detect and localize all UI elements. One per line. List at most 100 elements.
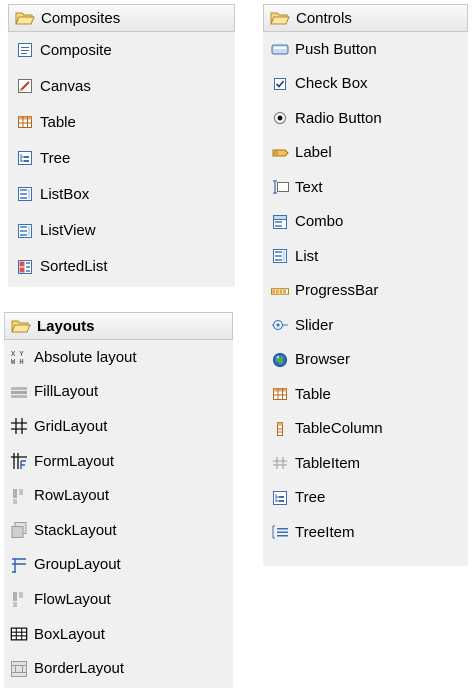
layouts-category-header[interactable]: Layouts <box>4 312 233 340</box>
check-box-icon <box>271 75 289 93</box>
palette-item-check-box[interactable]: Check Box <box>263 67 468 102</box>
layouts-palette: Layouts X YW H Absolute layout FillLayou… <box>4 312 233 688</box>
push-button-icon <box>271 40 289 58</box>
palette-item-filllayout[interactable]: FillLayout <box>4 375 233 410</box>
composites-palette: Composites Composite Canvas Table Tree L… <box>8 4 235 287</box>
palette-item-boxlayout[interactable]: BoxLayout <box>4 617 233 652</box>
palette-item-label: FlowLayout <box>34 590 111 608</box>
palette-item-label: ProgressBar <box>295 282 379 300</box>
palette-item-stacklayout[interactable]: StackLayout <box>4 513 233 548</box>
stacklayout-icon <box>10 521 28 539</box>
palette-item-label: Absolute layout <box>34 348 137 366</box>
text-icon <box>271 178 289 196</box>
listview-icon <box>16 222 34 240</box>
palette-item-flowlayout[interactable]: FlowLayout <box>4 582 233 617</box>
palette-item-label: GridLayout <box>34 417 108 435</box>
palette-item-slider[interactable]: Slider <box>263 308 468 343</box>
palette-item-label: SortedList <box>40 258 108 276</box>
palette-item-label: Tree <box>295 489 326 507</box>
table-icon <box>16 113 34 131</box>
palette-item-grouplayout[interactable]: GroupLayout <box>4 548 233 583</box>
controls-category-header[interactable]: Controls <box>263 4 468 32</box>
tree-icon <box>16 149 34 167</box>
sortedlist-icon <box>16 258 34 276</box>
palette-item-listview[interactable]: ListView <box>8 212 235 248</box>
list-icon <box>271 247 289 265</box>
palette-item-label: TreeItem <box>295 523 355 541</box>
palette-item-browser[interactable]: Browser <box>263 343 468 378</box>
gridlayout-icon <box>10 417 28 435</box>
browser-icon <box>271 351 289 369</box>
palette-item-radio-button[interactable]: Radio Button <box>263 101 468 136</box>
palette-item-label: TableColumn <box>295 420 383 438</box>
palette-item-label: BoxLayout <box>34 625 105 643</box>
composites-header-label: Composites <box>41 9 121 27</box>
palette-item-sortedlist[interactable]: SortedList <box>8 249 235 285</box>
palette-item-gridlayout[interactable]: GridLayout <box>4 409 233 444</box>
formlayout-icon <box>10 452 28 470</box>
palette-item-text[interactable]: Text <box>263 170 468 205</box>
composites-category-header[interactable]: Composites <box>8 4 235 32</box>
palette-item-label: Label <box>295 144 332 162</box>
grouplayout-icon <box>10 556 28 574</box>
palette-item-tablecolumn[interactable]: TableColumn <box>263 412 468 447</box>
folder-open-icon <box>270 10 290 26</box>
palette-item-label: Push Button <box>295 40 377 58</box>
palette-item-tree[interactable]: Tree <box>263 481 468 516</box>
palette-item-rowlayout[interactable]: RowLayout <box>4 478 233 513</box>
palette-item-label-control[interactable]: Label <box>263 136 468 171</box>
palette-item-table[interactable]: Table <box>8 104 235 140</box>
palette-item-treeitem[interactable]: TreeItem <box>263 515 468 550</box>
palette-item-canvas[interactable]: Canvas <box>8 68 235 104</box>
palette-item-combo[interactable]: Combo <box>263 205 468 240</box>
canvas-icon <box>16 77 34 95</box>
palette-item-tableitem[interactable]: TableItem <box>263 446 468 481</box>
composite-icon <box>16 41 34 59</box>
palette-item-listbox[interactable]: ListBox <box>8 176 235 212</box>
flowlayout-icon <box>10 590 28 608</box>
boxlayout-icon <box>10 625 28 643</box>
palette-item-list[interactable]: List <box>263 239 468 274</box>
absolute-layout-icon: X YW H <box>10 348 28 366</box>
label-icon <box>271 144 289 162</box>
borderlayout-icon <box>10 660 28 678</box>
tableitem-icon <box>271 454 289 472</box>
palette-item-table[interactable]: Table <box>263 377 468 412</box>
palette-item-label: Text <box>295 178 323 196</box>
palette-item-borderlayout[interactable]: BorderLayout <box>4 651 233 686</box>
listbox-icon <box>16 185 34 203</box>
palette-item-progressbar[interactable]: ProgressBar <box>263 274 468 309</box>
folder-open-icon <box>15 10 35 26</box>
palette-item-label: Browser <box>295 351 351 369</box>
palette-item-tree[interactable]: Tree <box>8 140 235 176</box>
palette-item-label: FormLayout <box>34 452 115 470</box>
palette-item-label: Canvas <box>40 77 91 95</box>
tablecolumn-icon <box>271 420 289 438</box>
palette-item-label: Table <box>295 385 331 403</box>
table-icon <box>271 385 289 403</box>
palette-item-label: Slider <box>295 316 334 334</box>
controls-palette: Controls Push Button Check Box Radio But… <box>263 4 468 566</box>
svg-text:W H: W H <box>11 358 24 366</box>
palette-item-push-button[interactable]: Push Button <box>263 32 468 67</box>
palette-item-composite[interactable]: Composite <box>8 32 235 68</box>
tree-icon <box>271 489 289 507</box>
svg-text:X Y: X Y <box>11 350 24 358</box>
palette-item-label: Radio Button <box>295 109 382 127</box>
palette-item-label: List <box>295 247 319 265</box>
palette-item-label: RowLayout <box>34 487 110 505</box>
palette-item-label: FillLayout <box>34 383 99 401</box>
controls-header-label: Controls <box>296 9 352 27</box>
palette-item-label: Composite <box>40 41 112 59</box>
palette-item-label: ListBox <box>40 185 90 203</box>
layouts-header-label: Layouts <box>37 317 95 335</box>
folder-open-icon <box>11 318 31 334</box>
filllayout-icon <box>10 383 28 401</box>
palette-item-formlayout[interactable]: FormLayout <box>4 444 233 479</box>
palette-item-label: Table <box>40 113 76 131</box>
combo-icon <box>271 213 289 231</box>
palette-item-label: StackLayout <box>34 521 117 539</box>
treeitem-icon <box>271 523 289 541</box>
slider-icon <box>271 316 289 334</box>
palette-item-absolute-layout[interactable]: X YW H Absolute layout <box>4 340 233 375</box>
